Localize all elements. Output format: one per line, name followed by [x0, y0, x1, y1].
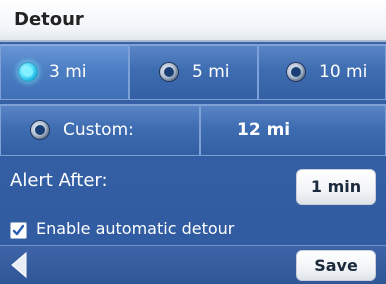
option-10mi[interactable]: 10 mi: [258, 44, 386, 100]
checkmark-icon: [12, 224, 25, 236]
option-label: 5 mi: [192, 62, 230, 82]
bottom-bar: Save: [0, 245, 386, 284]
title-bar: Detour: [0, 0, 386, 42]
alert-after-value: 1 min: [310, 177, 362, 196]
custom-label: Custom:: [63, 120, 134, 140]
save-button[interactable]: Save: [296, 250, 376, 281]
enable-auto-detour-label: Enable automatic detour: [36, 219, 235, 238]
radio-selected-icon: [19, 63, 37, 81]
alert-after-button[interactable]: 1 min: [296, 169, 376, 205]
page-title: Detour: [14, 9, 84, 30]
radio-unselected-icon: [160, 63, 178, 81]
option-label: 3 mi: [49, 62, 87, 82]
detour-settings-screen: Detour 3 mi 5 mi 10 mi Custom: 12 mi Ale…: [0, 0, 386, 284]
back-arrow-icon: [11, 251, 27, 279]
option-5mi[interactable]: 5 mi: [129, 44, 258, 100]
radio-unselected-icon: [31, 121, 49, 139]
enable-auto-detour-checkbox[interactable]: [10, 222, 27, 239]
radio-unselected-icon: [287, 63, 305, 81]
option-custom[interactable]: Custom:: [0, 104, 200, 156]
alert-after-label: Alert After:: [10, 170, 108, 191]
back-button[interactable]: [6, 250, 36, 280]
custom-value-field[interactable]: 12 mi: [200, 104, 386, 156]
option-label: 10 mi: [319, 62, 368, 82]
option-3mi[interactable]: 3 mi: [0, 44, 129, 100]
save-label: Save: [314, 256, 358, 275]
custom-value: 12 mi: [237, 120, 291, 140]
